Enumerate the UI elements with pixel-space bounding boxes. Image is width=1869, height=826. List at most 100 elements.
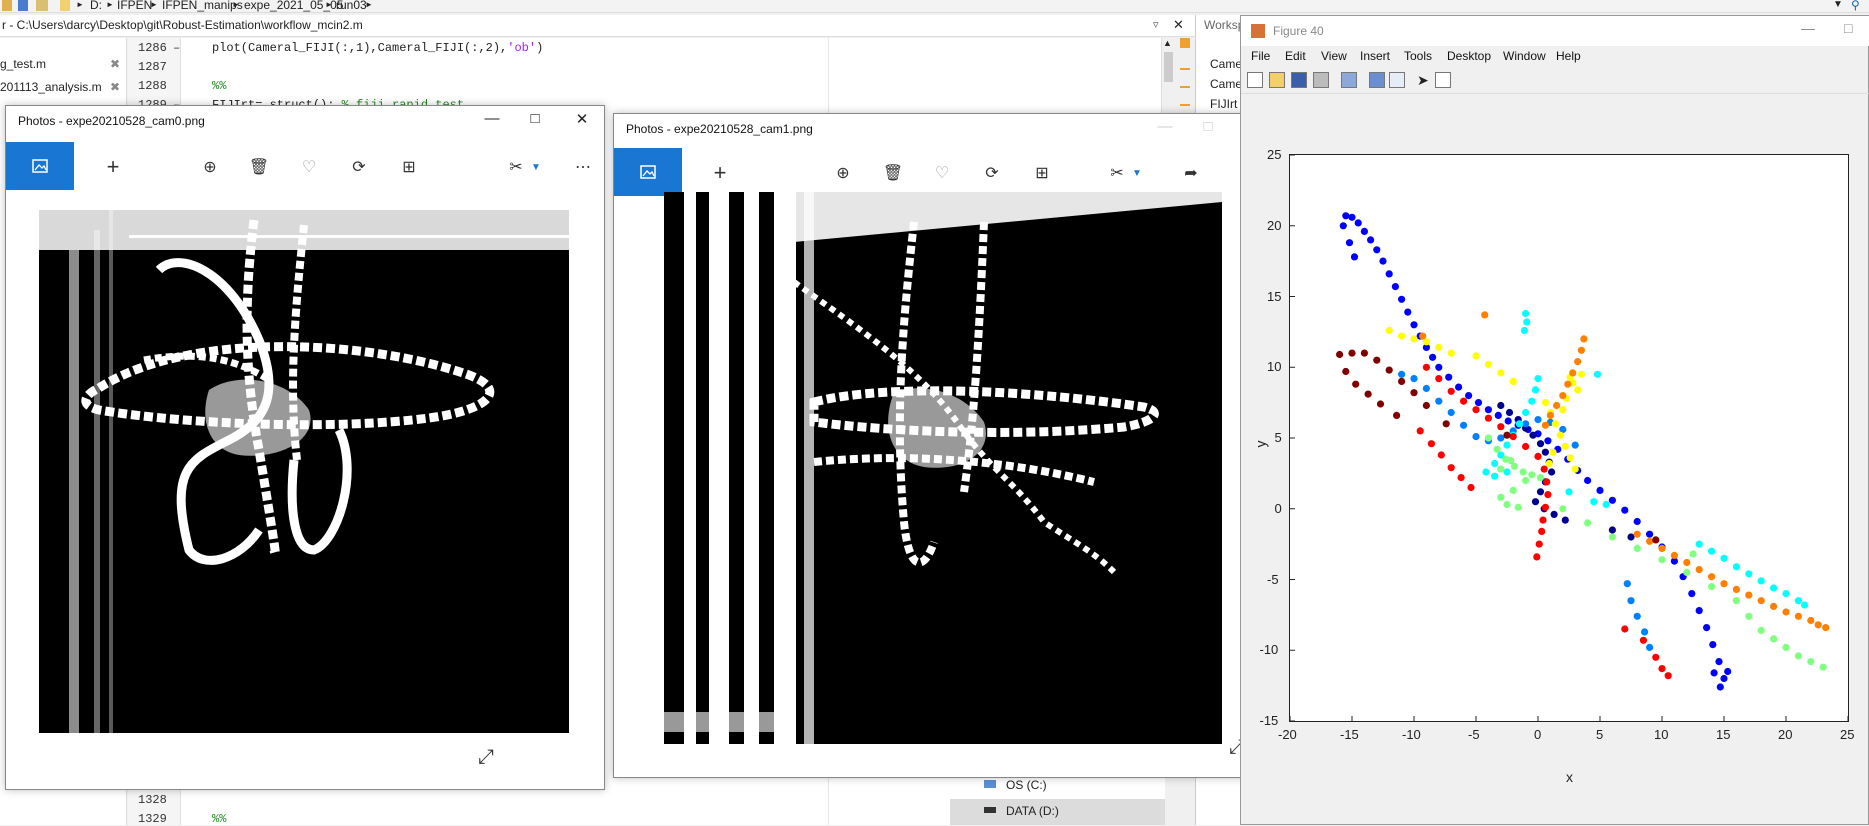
scatter-point bbox=[1484, 360, 1492, 368]
maximize-button[interactable]: □ bbox=[524, 110, 546, 127]
photos-window-cam1[interactable]: Photos - expe20210528_cam1.png — □ ✕ + ⊕… bbox=[613, 113, 1273, 778]
warning-indicator[interactable] bbox=[1180, 38, 1190, 48]
chevron-down-icon[interactable]: ▼ bbox=[1126, 162, 1148, 184]
scatter-point bbox=[1745, 570, 1753, 578]
folder-icon bbox=[60, 0, 70, 11]
axes[interactable]: -20 -15 -10 -5 0 5 10 15 20 25 -15 -10 -5 0 5 10 15 20 25 … bbox=[1241, 16, 1869, 826]
warning-marker[interactable] bbox=[1180, 104, 1190, 106]
workspace-var[interactable]: FIJIrt bbox=[1210, 97, 1237, 111]
share-icon[interactable]: ➦ bbox=[1180, 162, 1202, 184]
scatter-point bbox=[1580, 335, 1588, 343]
scatter-point bbox=[1410, 321, 1418, 329]
crop-icon[interactable]: ⊞ bbox=[398, 156, 420, 178]
breadcrumb-item[interactable]: IFPEN_manips bbox=[162, 0, 243, 12]
close-icon[interactable]: ✖ bbox=[110, 80, 120, 94]
scatter-point bbox=[1531, 498, 1540, 506]
scatter-point bbox=[1621, 506, 1629, 514]
edit-icon[interactable]: ✂ bbox=[505, 156, 527, 178]
scatter-point bbox=[1493, 445, 1501, 453]
scatter-point bbox=[1522, 442, 1530, 451]
scatter-point bbox=[1574, 386, 1582, 394]
scatter-point bbox=[1507, 457, 1515, 465]
scatter-point bbox=[1350, 253, 1359, 261]
workspace-var[interactable]: Came bbox=[1210, 77, 1242, 91]
breadcrumb-item[interactable]: IFPEN bbox=[117, 0, 152, 12]
scatter-point bbox=[1522, 309, 1530, 318]
scatter-point bbox=[1564, 380, 1572, 388]
drive-item[interactable]: DATA (D:) bbox=[950, 799, 1165, 825]
view-photo-button[interactable] bbox=[6, 142, 74, 190]
browse-folder-icon[interactable] bbox=[36, 0, 48, 11]
home-icon[interactable] bbox=[18, 0, 28, 11]
scatter-point bbox=[1708, 547, 1716, 555]
options-icon[interactable]: ▿ bbox=[1153, 18, 1159, 31]
more-icon[interactable]: ⋯ bbox=[572, 156, 594, 178]
breadcrumb-item[interactable]: run03 bbox=[336, 0, 367, 12]
x-tick-label: -5 bbox=[1468, 727, 1480, 742]
rotate-icon[interactable]: ⟳ bbox=[348, 156, 370, 178]
favorite-icon[interactable]: ♡ bbox=[931, 162, 953, 184]
folder-icon[interactable] bbox=[2, 0, 12, 11]
x-tick-label: 20 bbox=[1778, 727, 1793, 742]
close-icon[interactable]: ✕ bbox=[1173, 17, 1184, 33]
scroll-up-icon[interactable]: ▲ bbox=[1163, 38, 1172, 48]
scatter-point bbox=[1757, 597, 1765, 605]
scatter-point bbox=[1559, 392, 1567, 400]
y-tick-label: 15 bbox=[1267, 288, 1282, 304]
add-icon[interactable]: + bbox=[709, 160, 731, 185]
photos-window-cam0[interactable]: Photos - expe20210528_cam0.png — □ ✕ + ⊕… bbox=[5, 105, 605, 790]
breadcrumb-item[interactable]: D: bbox=[90, 0, 102, 12]
fullscreen-icon[interactable]: ⤢ bbox=[478, 746, 494, 769]
chevron-down-icon[interactable]: ▼ bbox=[525, 156, 547, 178]
scatter-point bbox=[1541, 448, 1549, 456]
scatter-point bbox=[1646, 537, 1654, 545]
close-icon[interactable]: ✖ bbox=[110, 57, 120, 71]
open-file-item[interactable]: 201113_analysis.m ✖ bbox=[0, 80, 120, 94]
workspace-var[interactable]: Came bbox=[1210, 57, 1242, 71]
drive-item[interactable]: OS (C:) bbox=[950, 775, 1165, 799]
scatter-point bbox=[1720, 580, 1728, 588]
dropdown-arrow-icon[interactable]: ▼ bbox=[1833, 0, 1843, 10]
chevron-right-icon: ► bbox=[106, 0, 114, 9]
figure-window[interactable]: Figure 40 — □ File Edit View Insert Tool… bbox=[1240, 15, 1869, 825]
minimize-button[interactable]: — bbox=[1154, 118, 1176, 135]
zoom-in-icon[interactable]: ⊕ bbox=[832, 162, 854, 184]
maximize-button[interactable]: □ bbox=[1197, 118, 1219, 135]
close-button[interactable]: ✕ bbox=[571, 110, 593, 128]
scatter-point bbox=[1419, 332, 1427, 340]
warning-marker[interactable] bbox=[1180, 68, 1190, 70]
scatter-point bbox=[1608, 533, 1616, 541]
view-photo-button[interactable] bbox=[614, 148, 682, 196]
rotate-icon[interactable]: ⟳ bbox=[981, 162, 1003, 184]
scatter-point bbox=[1422, 401, 1430, 410]
scatter-point bbox=[1472, 352, 1480, 360]
search-icon[interactable]: ⚲ bbox=[1851, 0, 1860, 12]
scrollbar-thumb[interactable] bbox=[1164, 52, 1173, 82]
scatter-point bbox=[1794, 612, 1802, 620]
scatter-point bbox=[1484, 434, 1492, 442]
scatter-point bbox=[1503, 500, 1511, 509]
delete-icon[interactable]: 🗑 bbox=[248, 156, 270, 178]
scatter-point bbox=[1703, 624, 1711, 632]
add-icon[interactable]: + bbox=[102, 154, 124, 179]
line-number: 1328 bbox=[138, 793, 167, 807]
minimize-button[interactable]: — bbox=[481, 110, 503, 127]
scatter-point bbox=[1658, 556, 1666, 564]
zoom-in-icon[interactable]: ⊕ bbox=[199, 156, 221, 178]
scatter-point bbox=[1345, 239, 1354, 247]
warning-marker[interactable] bbox=[1180, 86, 1190, 88]
edit-icon[interactable]: ✂ bbox=[1106, 162, 1128, 184]
plot-area[interactable] bbox=[1289, 154, 1849, 722]
crop-icon[interactable]: ⊞ bbox=[1031, 162, 1053, 184]
scatter-point bbox=[1447, 387, 1455, 395]
scatter-point bbox=[1732, 563, 1740, 571]
open-file-item[interactable]: g_test.m ✖ bbox=[0, 57, 120, 71]
delete-icon[interactable]: 🗑 bbox=[882, 162, 904, 184]
scatter-point bbox=[1535, 540, 1543, 548]
scatter-plot bbox=[1289, 154, 1849, 722]
breakpoint-marker[interactable]: – bbox=[173, 41, 180, 55]
scatter-point bbox=[1715, 658, 1723, 666]
scatter-point bbox=[1503, 441, 1511, 449]
scatter-point bbox=[1577, 370, 1585, 378]
favorite-icon[interactable]: ♡ bbox=[298, 156, 320, 178]
